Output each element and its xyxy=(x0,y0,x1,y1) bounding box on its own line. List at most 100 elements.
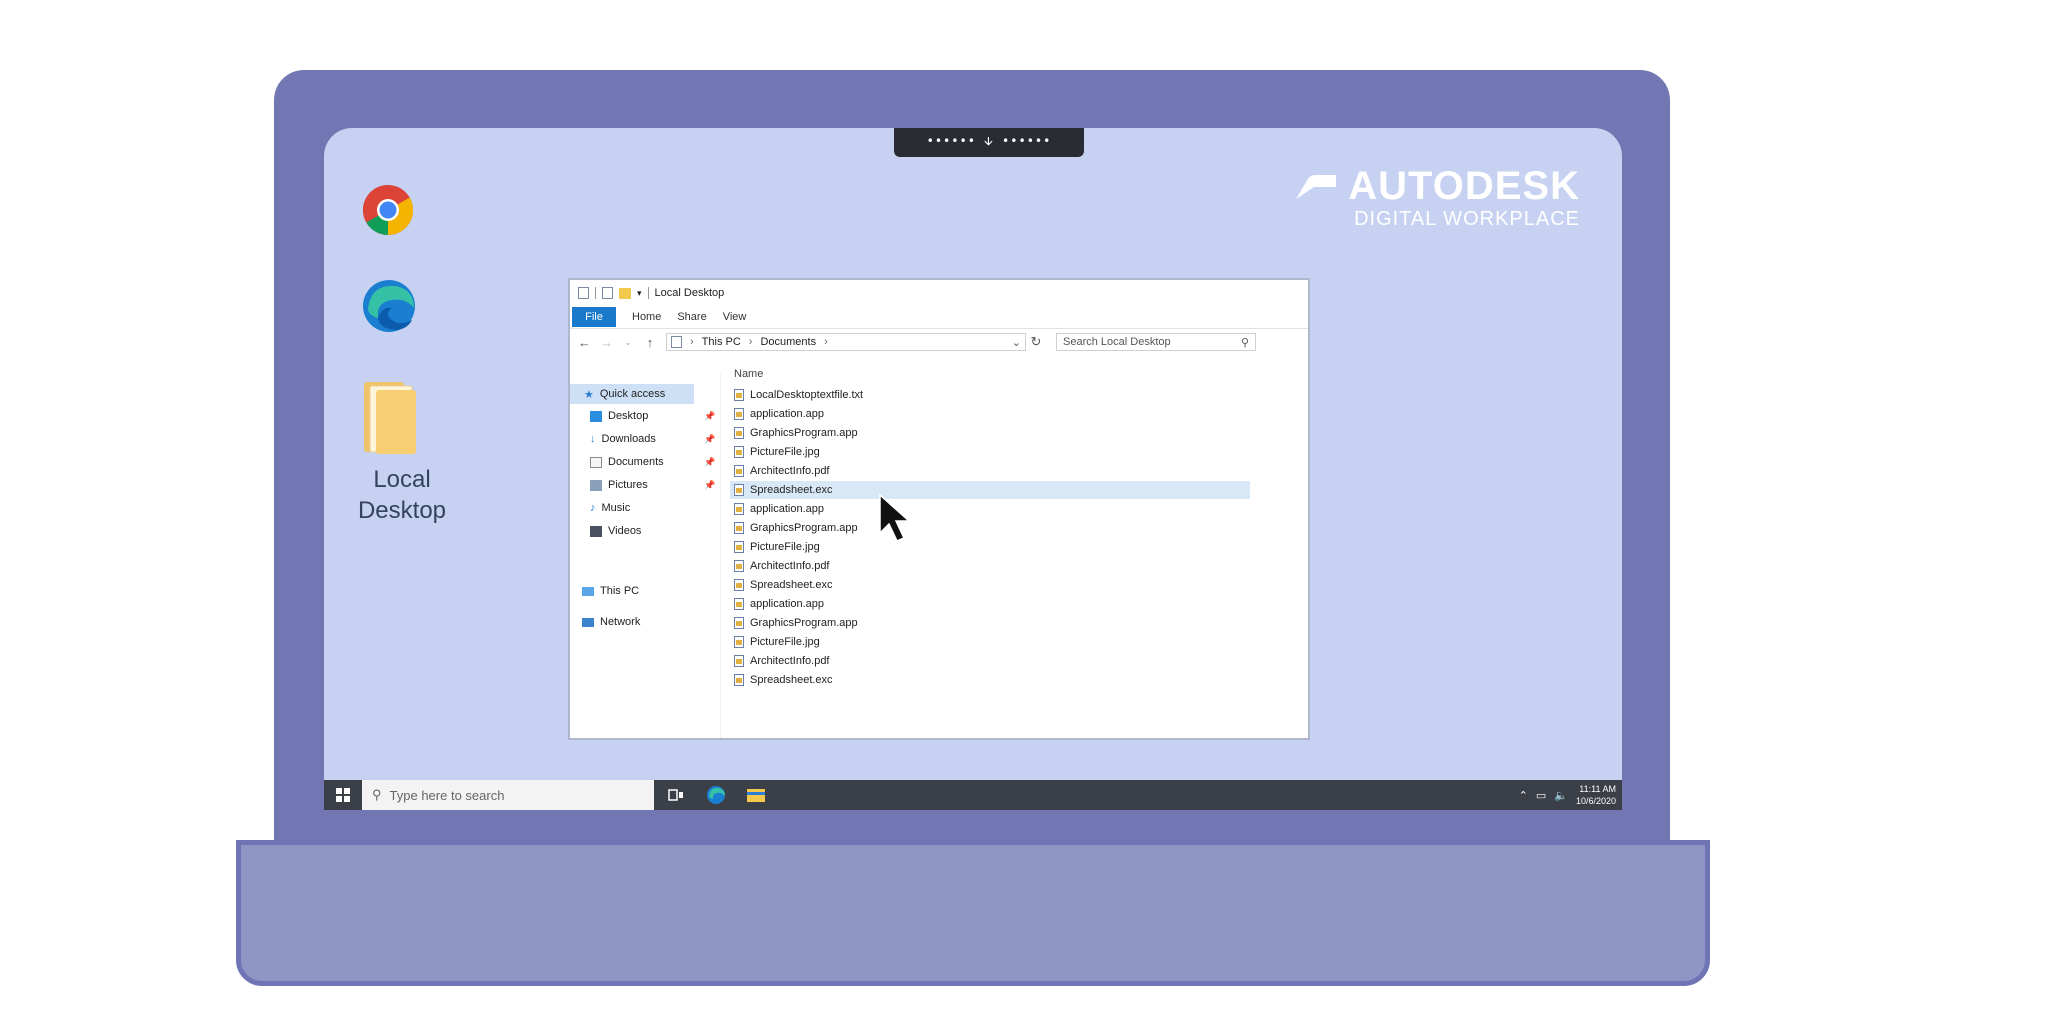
file-name: GraphicsProgram.app xyxy=(750,522,858,534)
back-arrow-icon[interactable]: ← xyxy=(578,335,591,350)
this-pc-small-icon xyxy=(671,336,682,348)
file-row[interactable]: ArchitectInfo.pdf xyxy=(730,462,1250,480)
nav-quick-access[interactable]: ★ Quick access xyxy=(570,384,694,404)
nav-downloads[interactable]: ↓ Downloads xyxy=(590,429,656,449)
file-row[interactable]: PictureFile.jpg xyxy=(730,633,1250,651)
file-row[interactable]: GraphicsProgram.app xyxy=(730,424,1250,442)
file-row[interactable]: ArchitectInfo.pdf xyxy=(730,652,1250,670)
desktop-screen: •••••• 🡫 •••••• AUTODESK DIGITAL WORKPLA… xyxy=(324,128,1622,810)
refresh-icon[interactable]: ↻ xyxy=(1030,334,1042,350)
file-row[interactable]: LocalDesktoptextfile.txt xyxy=(730,386,1250,404)
this-pc-icon xyxy=(582,586,594,596)
network-tray-icon[interactable]: ▭ xyxy=(1536,789,1546,802)
pin-icon: 📌 xyxy=(704,457,716,467)
nav-desktop[interactable]: Desktop xyxy=(590,406,648,426)
network-icon xyxy=(582,617,594,627)
tab-file[interactable]: File xyxy=(572,307,616,327)
pin-icon: 📌 xyxy=(704,480,716,490)
file-list: Name LocalDesktoptextfile.txt application… xyxy=(730,368,1308,738)
new-folder-icon[interactable] xyxy=(619,287,631,299)
nav-pictures[interactable]: Pictures xyxy=(590,475,648,495)
documents-icon xyxy=(590,456,602,468)
search-icon: ⚲ xyxy=(372,787,382,802)
file-name: Spreadsheet.exc xyxy=(750,674,833,686)
file-row[interactable]: Spreadsheet.exc xyxy=(730,576,1250,594)
volume-icon[interactable]: 🔈 xyxy=(1554,789,1568,802)
up-arrow-icon[interactable]: ↑ xyxy=(644,335,656,350)
start-button[interactable] xyxy=(324,780,362,810)
task-view-icon[interactable] xyxy=(656,780,696,810)
file-row[interactable]: ArchitectInfo.pdf xyxy=(730,557,1250,575)
properties-icon[interactable] xyxy=(602,287,613,299)
file-row[interactable]: Spreadsheet.exc xyxy=(730,671,1250,689)
tab-home[interactable]: Home xyxy=(632,311,661,323)
edge-icon[interactable] xyxy=(362,278,416,334)
search-input[interactable]: Search Local Desktop ⚲ xyxy=(1056,333,1256,351)
screen-notch: •••••• 🡫 •••••• xyxy=(894,128,1084,157)
chevron-down-icon[interactable]: ⌄ xyxy=(1012,336,1021,349)
file-icon xyxy=(734,465,744,477)
breadcrumb-documents[interactable]: Documents xyxy=(760,336,816,348)
search-icon: ⚲ xyxy=(1240,336,1249,349)
nav-music[interactable]: ♪ Music xyxy=(590,498,630,518)
nav-videos[interactable]: Videos xyxy=(590,521,641,541)
file-explorer-taskbar-icon[interactable] xyxy=(736,780,776,810)
forward-arrow-icon[interactable]: → xyxy=(600,335,613,350)
file-row[interactable]: GraphicsProgram.app xyxy=(730,519,1250,537)
nav-network[interactable]: Network xyxy=(582,612,640,632)
file-row[interactable]: Spreadsheet.exc xyxy=(730,481,1250,499)
system-tray: ⌃ ▭ 🔈 11:11 AM 10/6/2020 xyxy=(1519,780,1616,810)
recent-dropdown-icon[interactable]: ⌄ xyxy=(622,337,634,348)
file-row[interactable]: application.app xyxy=(730,405,1250,423)
file-name: PictureFile.jpg xyxy=(750,636,820,648)
column-header-name[interactable]: Name xyxy=(734,368,763,380)
file-icon xyxy=(734,408,744,420)
music-icon: ♪ xyxy=(590,502,596,514)
file-row[interactable]: application.app xyxy=(730,595,1250,613)
file-icon xyxy=(734,560,744,572)
file-row[interactable]: GraphicsProgram.app xyxy=(730,614,1250,632)
chevron-up-icon[interactable]: ⌃ xyxy=(1519,789,1528,802)
taskbar: ⚲ Type here to search ⌃ ▭ 🔈 11:11 AM 10/… xyxy=(324,780,1622,810)
folder-label[interactable]: Local Desktop xyxy=(342,464,462,526)
title-bar: ▾ Local Desktop xyxy=(570,280,1308,306)
file-row[interactable]: application.app xyxy=(730,500,1250,518)
folder-icon[interactable] xyxy=(360,378,420,458)
file-name: application.app xyxy=(750,408,825,420)
file-explorer-window: ▾ Local Desktop File Home Share View ← →… xyxy=(568,278,1310,740)
file-name: ArchitectInfo.pdf xyxy=(750,560,830,572)
address-row: ← → ⌄ ↑ › This PC › Documents › ⌄ ↻ Sear… xyxy=(570,329,1308,355)
laptop-base xyxy=(236,840,1710,986)
file-name: ArchitectInfo.pdf xyxy=(750,655,830,667)
tab-share[interactable]: Share xyxy=(677,311,706,323)
pin-icon: 📌 xyxy=(704,434,716,444)
star-icon: ★ xyxy=(584,388,594,401)
taskbar-search-input[interactable]: ⚲ Type here to search xyxy=(362,780,654,810)
file-name: GraphicsProgram.app xyxy=(750,427,858,439)
file-name: PictureFile.jpg xyxy=(750,541,820,553)
file-icon xyxy=(734,598,744,610)
file-row[interactable]: PictureFile.jpg xyxy=(730,443,1250,461)
autodesk-logo-icon xyxy=(1296,175,1337,199)
mouse-cursor-icon xyxy=(879,493,911,542)
breadcrumb-this-pc[interactable]: This PC xyxy=(702,336,741,348)
ribbon: File Home Share View xyxy=(570,306,1308,329)
file-icon xyxy=(734,503,744,515)
window-icon xyxy=(578,287,589,299)
edge-taskbar-icon[interactable] xyxy=(696,780,736,810)
nav-this-pc[interactable]: This PC xyxy=(582,581,639,601)
address-bar[interactable]: › This PC › Documents › ⌄ xyxy=(666,333,1026,351)
nav-documents[interactable]: Documents xyxy=(590,452,664,472)
file-icon xyxy=(734,636,744,648)
tab-view[interactable]: View xyxy=(723,311,747,323)
file-row[interactable]: PictureFile.jpg xyxy=(730,538,1250,556)
customize-toolbar-icon[interactable]: ▾ xyxy=(637,288,642,299)
clock[interactable]: 11:11 AM 10/6/2020 xyxy=(1576,783,1616,807)
download-icon: ↓ xyxy=(590,433,596,445)
chrome-icon[interactable] xyxy=(362,184,414,236)
file-icon xyxy=(734,484,744,496)
file-icon xyxy=(734,541,744,553)
file-icon xyxy=(734,522,744,534)
pin-icon: 📌 xyxy=(704,411,716,421)
file-icon xyxy=(734,446,744,458)
